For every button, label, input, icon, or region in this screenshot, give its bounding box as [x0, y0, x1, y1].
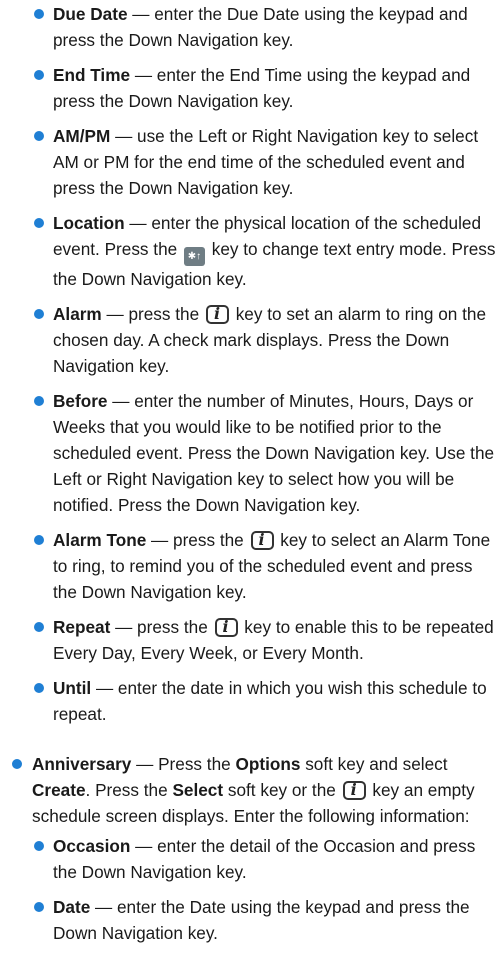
list-item-until: Until — enter the date in which you wish…	[0, 675, 500, 727]
desc-anniversary-2: soft key and select	[300, 754, 448, 774]
anniversary-field-list: Occasion — enter the detail of the Occas…	[0, 833, 500, 946]
term-occasion: Occasion	[53, 836, 131, 856]
term-date: Date	[53, 897, 91, 917]
list-item-anniversary: Anniversary — Press the Options soft key…	[0, 751, 500, 829]
list-item-due-date: Due Date — enter the Due Date using the …	[0, 1, 500, 53]
term-location: Location	[53, 213, 125, 233]
desc-anniversary-1: — Press the	[131, 754, 236, 774]
bullet-icon	[34, 622, 44, 632]
term-anniversary: Anniversary	[32, 754, 132, 774]
bullet-icon	[34, 70, 44, 80]
term-due-date: Due Date	[53, 4, 128, 24]
schedule-field-list: Due Date — enter the Due Date using the …	[0, 1, 500, 727]
desc-alarm-tone-a: — press the	[146, 530, 249, 550]
term-end-time: End Time	[53, 65, 131, 85]
term-alarm: Alarm	[53, 304, 102, 324]
create-option-label: Create	[32, 780, 86, 800]
desc-repeat-a: — press the	[110, 617, 213, 637]
select-softkey-label: Select	[172, 780, 224, 800]
bullet-icon	[12, 759, 22, 769]
list-item-repeat: Repeat — press the key to enable this to…	[0, 614, 500, 666]
list-item-alarm: Alarm — press the key to set an alarm to…	[0, 301, 500, 379]
desc-am-pm: — use the Left or Right Navigation key t…	[53, 126, 479, 198]
list-item-occasion: Occasion — enter the detail of the Occas…	[0, 833, 500, 885]
desc-before: — enter the number of Minutes, Hours, Da…	[53, 391, 495, 515]
bullet-icon	[34, 902, 44, 912]
bullet-icon	[34, 9, 44, 19]
desc-until: — enter the date in which you wish this …	[53, 678, 487, 724]
star-key-icon: ✱↑	[183, 247, 205, 266]
term-alarm-tone: Alarm Tone	[53, 530, 147, 550]
i-key-icon	[342, 777, 366, 803]
desc-anniversary-3: . Press the	[85, 780, 173, 800]
i-key-icon	[250, 527, 274, 553]
bullet-icon	[34, 396, 44, 406]
term-repeat: Repeat	[53, 617, 111, 637]
bullet-icon	[34, 309, 44, 319]
list-item-before: Before — enter the number of Minutes, Ho…	[0, 388, 500, 518]
bullet-icon	[34, 683, 44, 693]
list-item-end-time: End Time — enter the End Time using the …	[0, 62, 500, 114]
bullet-icon	[34, 535, 44, 545]
desc-date: — enter the Date using the keypad and pr…	[53, 897, 470, 943]
term-am-pm: AM/PM	[53, 126, 111, 146]
i-key-icon	[214, 614, 238, 640]
list-item-location: Location — enter the physical location o…	[0, 210, 500, 292]
options-softkey-label: Options	[235, 754, 301, 774]
bullet-icon	[34, 841, 44, 851]
list-item-am-pm: AM/PM — use the Left or Right Navigation…	[0, 123, 500, 201]
desc-anniversary-4: soft key or the	[223, 780, 341, 800]
i-key-icon	[205, 301, 229, 327]
term-before: Before	[53, 391, 108, 411]
desc-alarm-a: — press the	[101, 304, 204, 324]
list-item-date: Date — enter the Date using the keypad a…	[0, 894, 500, 946]
term-until: Until	[53, 678, 92, 698]
manual-page: Due Date — enter the Due Date using the …	[0, 0, 500, 955]
anniversary-list: Anniversary — Press the Options soft key…	[0, 751, 500, 829]
bullet-icon	[34, 218, 44, 228]
list-item-alarm-tone: Alarm Tone — press the key to select an …	[0, 527, 500, 605]
bullet-icon	[34, 131, 44, 141]
